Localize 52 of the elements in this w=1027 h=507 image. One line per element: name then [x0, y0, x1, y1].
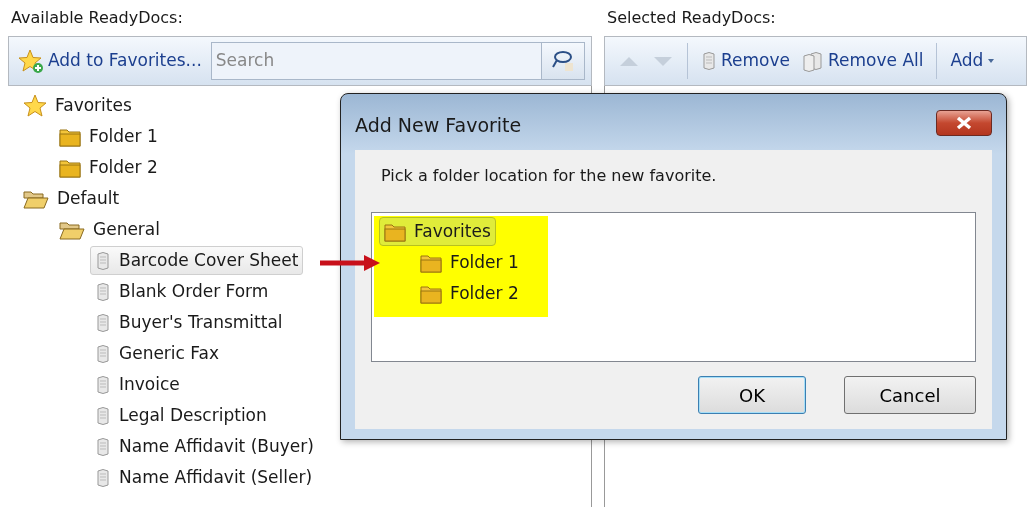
folder-icon	[59, 157, 81, 178]
tree-item[interactable]: Blank Order Form	[90, 276, 274, 307]
document-icon	[95, 280, 111, 303]
document-icon	[95, 373, 111, 396]
tree-item[interactable]: Default	[18, 183, 125, 214]
tree-item[interactable]: Folder 2	[415, 278, 524, 309]
tree-item[interactable]: Favorites	[18, 90, 137, 121]
panel-title: Selected ReadyDocs:	[606, 7, 777, 29]
document-icon	[95, 466, 111, 489]
search-icon	[551, 49, 575, 73]
tree-item[interactable]: Folder 1	[415, 247, 524, 278]
cancel-button[interactable]: Cancel	[844, 376, 976, 414]
search-button[interactable]	[541, 42, 585, 80]
star-icon	[23, 94, 47, 117]
tree-item[interactable]: Generic Fax	[90, 338, 225, 369]
tree-item[interactable]: Buyer's Transmittal	[90, 307, 288, 338]
folder-icon	[420, 283, 442, 304]
document-icon	[95, 435, 111, 458]
folder-icon	[59, 126, 81, 147]
caret-icon	[987, 57, 996, 65]
tree-item[interactable]: Favorites	[379, 216, 496, 247]
open-folder-icon	[23, 188, 49, 209]
tree-item[interactable]: Folder 2	[54, 152, 163, 183]
add-to-favorites-button[interactable]: Add to Favorites...	[15, 46, 205, 76]
tree-item[interactable]: Invoice	[90, 369, 185, 400]
close-button[interactable]	[936, 110, 992, 136]
open-folder-icon	[59, 219, 85, 240]
ok-button[interactable]: OK	[698, 376, 806, 414]
document-icon	[95, 342, 111, 365]
tree-item[interactable]: Barcode Cover Sheet	[90, 245, 304, 276]
folder-icon	[384, 221, 406, 242]
tree-item[interactable]: Name Affidavit (Buyer)	[90, 431, 319, 462]
close-icon	[955, 116, 973, 130]
tree-item[interactable]: General	[54, 214, 165, 245]
arrow-annotation	[320, 255, 380, 271]
folder-icon	[420, 252, 442, 273]
tree-item[interactable]: Folder 1	[54, 121, 163, 152]
documents-icon	[802, 50, 824, 72]
dialog-prompt: Pick a folder location for the new favorite.	[381, 165, 718, 187]
document-icon	[95, 311, 111, 334]
document-icon	[95, 249, 111, 272]
panel-title: Available ReadyDocs:	[10, 7, 184, 29]
document-icon	[701, 50, 717, 72]
remove-all-button[interactable]: Remove All	[799, 46, 927, 76]
search-field[interactable]: Search	[210, 42, 541, 80]
star-plus-icon	[18, 48, 44, 74]
document-icon	[95, 404, 111, 427]
tree-item[interactable]: Legal Description	[90, 400, 272, 431]
remove-button[interactable]: Remove	[698, 46, 793, 76]
dialog-title: Add New Favorite	[355, 112, 522, 138]
add-button[interactable]: Add	[947, 46, 999, 76]
tree-item[interactable]: Name Affidavit (Seller)	[90, 462, 318, 493]
